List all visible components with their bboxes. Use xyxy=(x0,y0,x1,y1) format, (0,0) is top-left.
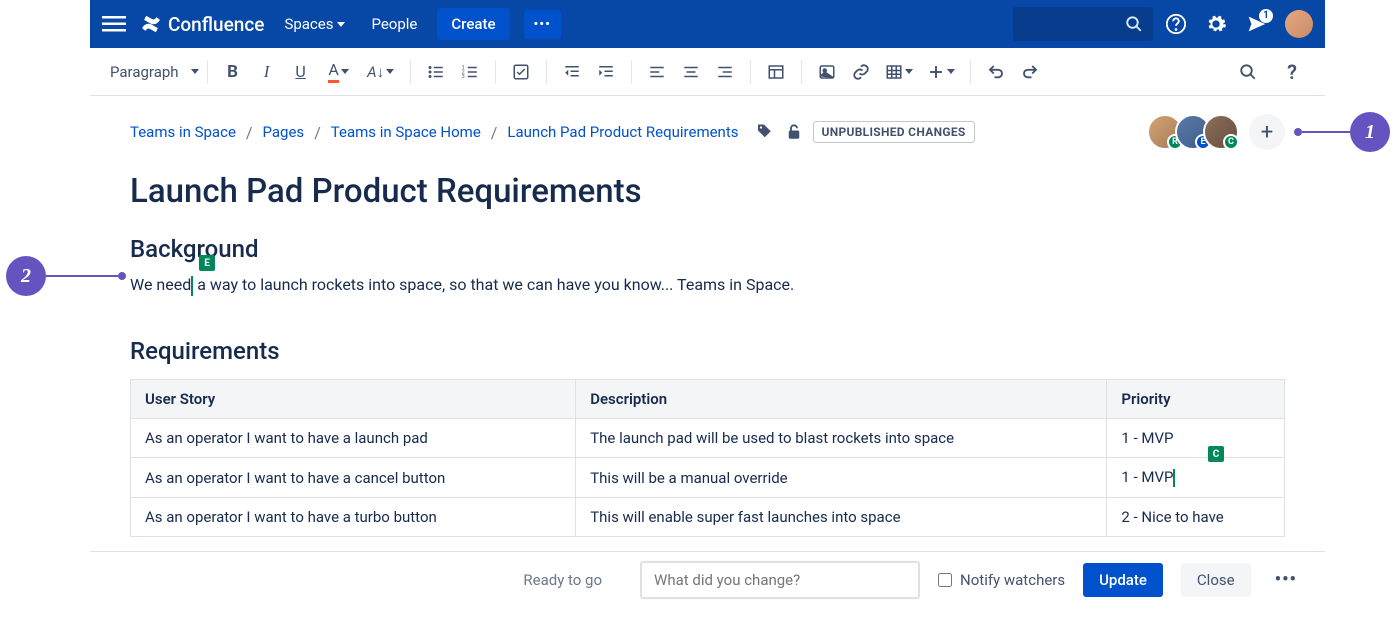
table-row[interactable]: As an operator I want to have a launch p… xyxy=(131,419,1285,458)
numbered-list-button[interactable]: 123 xyxy=(455,57,485,87)
collab-cursor-flag: E xyxy=(199,255,215,271)
close-button[interactable]: Close xyxy=(1181,563,1251,597)
text-color-button[interactable]: A xyxy=(320,57,358,87)
annotation-line xyxy=(1302,131,1350,133)
table-row[interactable]: As an operator I want to have a cancel b… xyxy=(131,458,1285,498)
collaborators: R E C + xyxy=(1147,114,1285,150)
align-center-button[interactable] xyxy=(676,57,706,87)
align-right-button[interactable] xyxy=(710,57,740,87)
align-left-button[interactable] xyxy=(642,57,672,87)
annotation-bubble-2: 2 xyxy=(6,256,46,296)
global-nav: Confluence Spaces People Create ••• xyxy=(90,0,1325,48)
table-button[interactable] xyxy=(880,57,918,87)
notification-count: 1 xyxy=(1259,9,1273,23)
text-style-select[interactable]: Paragraph xyxy=(104,59,205,85)
redo-button[interactable] xyxy=(1015,57,1045,87)
global-search[interactable] xyxy=(1013,7,1153,41)
image-button[interactable] xyxy=(812,57,842,87)
table-header-row: User Story Description Priority xyxy=(131,380,1285,419)
outdent-button[interactable] xyxy=(557,57,587,87)
section-heading-background[interactable]: Background xyxy=(130,235,1285,263)
bullet-list-button[interactable] xyxy=(421,57,451,87)
editor-content[interactable]: Background E We need a way to launch roc… xyxy=(90,211,1325,607)
editor-help-button[interactable]: ? xyxy=(1277,57,1307,87)
help-icon[interactable] xyxy=(1165,13,1187,35)
bold-button[interactable]: B xyxy=(218,57,248,87)
profile-avatar[interactable] xyxy=(1285,10,1313,38)
italic-button[interactable]: I xyxy=(252,57,282,87)
breadcrumb-item[interactable]: Launch Pad Product Requirements xyxy=(507,123,738,141)
link-button[interactable] xyxy=(846,57,876,87)
version-comment-input[interactable] xyxy=(640,561,920,599)
settings-icon[interactable] xyxy=(1205,13,1227,35)
collab-cursor-flag: C xyxy=(1208,446,1224,462)
editor-footer: Ready to go Notify watchers Update Close… xyxy=(90,551,1325,607)
annotation-bubble-1: 1 xyxy=(1350,112,1390,152)
underline-button[interactable]: U xyxy=(286,57,316,87)
collab-cursor xyxy=(1173,469,1175,487)
footer-more-button[interactable]: ••• xyxy=(1269,565,1303,594)
page-title[interactable]: Launch Pad Product Requirements xyxy=(130,172,1285,211)
nav-more-button[interactable]: ••• xyxy=(524,10,561,39)
requirements-table[interactable]: User Story Description Priority As an op… xyxy=(130,379,1285,537)
layout-button[interactable] xyxy=(761,57,791,87)
breadcrumb-item[interactable]: Pages xyxy=(263,123,305,141)
table-header[interactable]: Priority xyxy=(1107,380,1285,419)
add-collaborator-button[interactable]: + xyxy=(1249,114,1285,150)
more-formatting-button[interactable]: A↓ xyxy=(362,57,400,87)
insert-button[interactable] xyxy=(922,57,960,87)
section-heading-requirements[interactable]: Requirements xyxy=(130,337,1285,365)
notify-watchers-checkbox[interactable]: Notify watchers xyxy=(938,571,1065,589)
svg-text:3: 3 xyxy=(461,74,464,80)
editor-toolbar: Paragraph B I U A A↓ 123 xyxy=(90,48,1325,96)
annotation-dot xyxy=(118,272,126,280)
confluence-logo[interactable]: Confluence xyxy=(140,13,264,36)
collaborator-avatar[interactable]: C xyxy=(1203,114,1239,150)
nav-spaces[interactable]: Spaces xyxy=(278,11,351,37)
save-status-text: Ready to go xyxy=(523,571,602,589)
find-replace-button[interactable] xyxy=(1233,57,1263,87)
annotation-dot xyxy=(1294,128,1302,136)
notifications-icon[interactable]: 1 xyxy=(1245,13,1267,35)
status-badge: UNPUBLISHED CHANGES xyxy=(813,121,975,143)
indent-button[interactable] xyxy=(591,57,621,87)
table-row[interactable]: As an operator I want to have a turbo bu… xyxy=(131,498,1285,537)
breadcrumb-item[interactable]: Teams in Space xyxy=(130,123,236,141)
nav-people[interactable]: People xyxy=(365,11,423,37)
table-header[interactable]: Description xyxy=(576,380,1107,419)
table-header[interactable]: User Story xyxy=(131,380,576,419)
app-switcher-icon[interactable] xyxy=(102,12,126,36)
create-button[interactable]: Create xyxy=(437,8,509,40)
background-paragraph[interactable]: E We need a way to launch rockets into s… xyxy=(130,273,1285,297)
breadcrumb-item[interactable]: Teams in Space Home xyxy=(331,123,481,141)
update-button[interactable]: Update xyxy=(1083,563,1163,597)
chevron-down-icon xyxy=(337,22,345,27)
restrictions-icon[interactable] xyxy=(785,123,803,141)
labels-icon[interactable] xyxy=(755,123,773,141)
chevron-down-icon xyxy=(191,69,199,74)
brand-name: Confluence xyxy=(168,13,264,36)
annotation-line xyxy=(46,275,118,277)
page-header: Teams in Space / Pages / Teams in Space … xyxy=(90,96,1325,211)
undo-button[interactable] xyxy=(981,57,1011,87)
action-item-button[interactable] xyxy=(506,57,536,87)
